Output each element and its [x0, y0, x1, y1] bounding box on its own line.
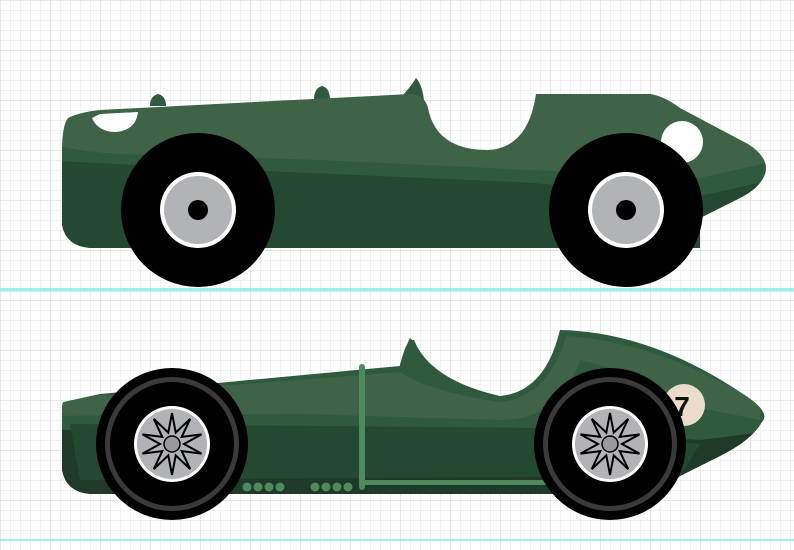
design-canvas: 7 [0, 0, 794, 550]
rear-wheel [121, 133, 275, 287]
front-spoked-wheel [534, 368, 686, 520]
artboard: 7 [0, 0, 794, 550]
roll-bar [359, 364, 365, 490]
chassis-rail [362, 480, 562, 485]
front-wheel [549, 133, 703, 287]
rear-spoked-wheel [96, 368, 248, 520]
